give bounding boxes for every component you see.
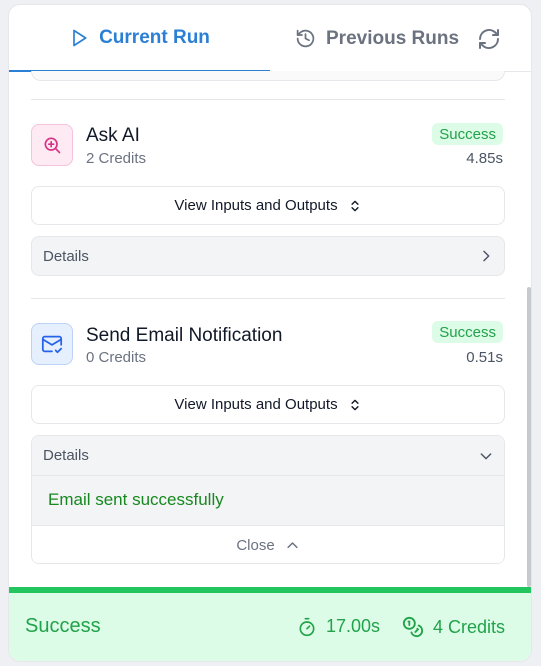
details-toggle[interactable]: Details: [31, 236, 505, 276]
view-inputs-outputs-label: View Inputs and Outputs: [174, 396, 338, 413]
details-label: Details: [43, 447, 89, 464]
run-time: 17.00s: [297, 616, 380, 637]
ask-ai-step-icon: [31, 124, 73, 166]
step-credits: 2 Credits: [86, 150, 147, 167]
chevrons-up-down-icon: [350, 399, 359, 410]
close-label: Close: [236, 536, 275, 554]
chevron-right-icon: [483, 250, 490, 262]
tab-current-run[interactable]: Current Run: [9, 5, 270, 72]
run-status: Success: [25, 615, 101, 637]
play-icon: [73, 29, 87, 46]
refresh-button[interactable]: [477, 27, 501, 51]
zoom-in-icon: [44, 137, 61, 154]
run-tabs: Current Run Previous Runs: [9, 5, 531, 72]
timer-icon: [299, 617, 315, 636]
divider: [31, 298, 505, 299]
run-credits: 4 Credits: [402, 616, 505, 638]
details-output: Email sent successfully: [32, 476, 504, 526]
view-inputs-outputs-button[interactable]: View Inputs and Outputs: [31, 186, 505, 225]
coins-icon: [402, 616, 423, 638]
scrollbar[interactable]: [527, 287, 531, 587]
chevron-down-icon: [480, 452, 492, 459]
view-inputs-outputs-button[interactable]: View Inputs and Outputs: [31, 385, 505, 424]
chevrons-up-down-icon: [350, 200, 359, 211]
run-panel: Current Run Previous Runs Ask AI 2 Credi…: [8, 4, 532, 662]
tab-current-run-label: Current Run: [99, 26, 210, 48]
send-email-step-icon: [31, 323, 73, 365]
chevron-up-icon: [287, 541, 298, 548]
divider: [31, 99, 505, 100]
view-inputs-outputs-label: View Inputs and Outputs: [174, 197, 338, 214]
run-time-value: 17.00s: [326, 616, 381, 636]
status-badge: Success: [432, 321, 503, 343]
step-duration: 4.85s: [466, 150, 503, 167]
tab-previous-runs[interactable]: Previous Runs: [295, 5, 459, 72]
run-summary-footer: Success 17.00s 4 Credits: [9, 587, 531, 661]
step-duration: 0.51s: [466, 349, 503, 366]
details-toggle[interactable]: Details: [32, 436, 504, 476]
details-panel: Details Email sent successfully Close: [31, 435, 505, 564]
refresh-icon: [479, 29, 499, 49]
details-output-text: Email sent successfully: [48, 490, 224, 509]
step-credits: 0 Credits: [86, 349, 147, 366]
close-details-button[interactable]: Close: [32, 526, 504, 563]
tab-previous-runs-label: Previous Runs: [326, 27, 460, 49]
step-title: Send Email Notification: [86, 325, 283, 346]
details-label: Details: [43, 247, 89, 265]
step-title: Ask AI: [86, 125, 140, 146]
status-badge: Success: [432, 123, 503, 145]
history-icon: [296, 29, 315, 48]
collapsed-card-edge: [31, 71, 505, 81]
mail-check-icon: [41, 335, 63, 354]
run-credits-value: 4 Credits: [433, 616, 506, 637]
